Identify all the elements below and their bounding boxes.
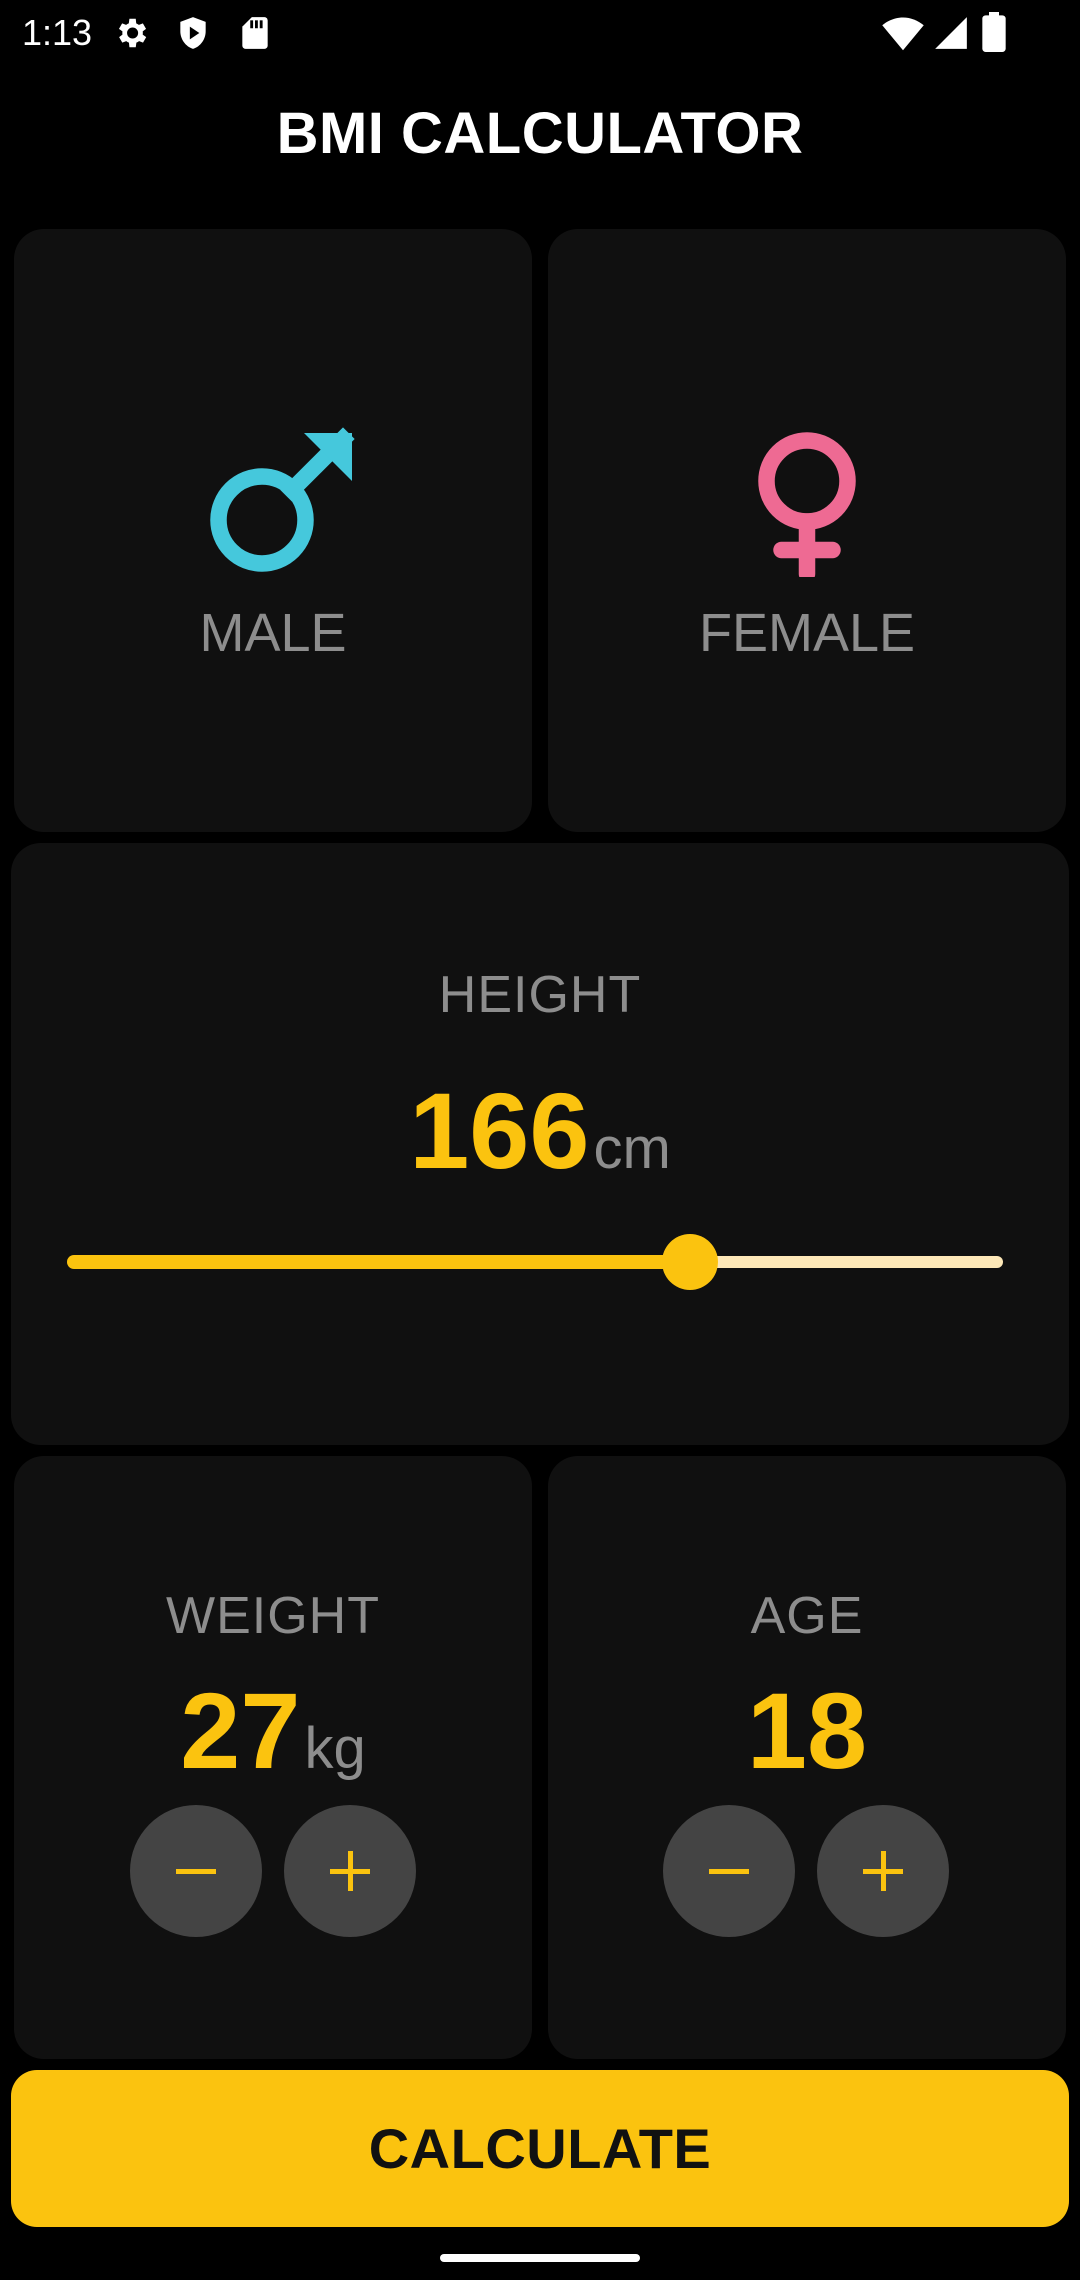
minus-icon xyxy=(709,1868,749,1874)
height-value-row: 166cm xyxy=(11,1068,1069,1193)
battery-icon xyxy=(982,12,1006,52)
weight-value: 27 xyxy=(180,1670,301,1791)
status-time: 1:13 xyxy=(22,12,93,53)
height-value: 166 xyxy=(409,1070,590,1191)
height-slider-thumb[interactable] xyxy=(662,1234,718,1290)
calculate-label: CALCULATE xyxy=(368,2117,712,2180)
male-card[interactable]: MALE xyxy=(14,229,532,832)
weight-value-row: 27kg xyxy=(14,1668,532,1793)
height-card: HEIGHT 166cm xyxy=(11,843,1069,1445)
weight-card: WEIGHT 27kg xyxy=(14,1456,532,2059)
shield-icon xyxy=(180,17,206,49)
minus-icon xyxy=(176,1868,216,1874)
height-slider-track-inactive[interactable] xyxy=(690,1256,1003,1268)
weight-decrement-button[interactable] xyxy=(130,1805,262,1937)
height-label: HEIGHT xyxy=(438,966,642,1024)
weight-unit: kg xyxy=(304,1716,366,1781)
sd-card-icon xyxy=(242,17,268,49)
weight-label: WEIGHT xyxy=(166,1587,380,1645)
age-label: AGE xyxy=(750,1587,864,1645)
male-icon xyxy=(210,427,355,572)
male-label: MALE xyxy=(199,603,347,663)
height-slider-track-active[interactable] xyxy=(67,1255,690,1269)
female-card[interactable]: FEMALE xyxy=(548,229,1066,832)
wifi-icon xyxy=(882,17,924,51)
weight-increment-button[interactable] xyxy=(284,1805,416,1937)
age-value: 18 xyxy=(746,1670,868,1791)
home-indicator[interactable] xyxy=(440,2254,640,2262)
signal-icon xyxy=(935,17,967,49)
age-increment-button[interactable] xyxy=(817,1805,949,1937)
age-card: AGE 18 xyxy=(548,1456,1066,2059)
status-bar: 1:13 xyxy=(0,0,1080,66)
gear-icon xyxy=(118,18,147,48)
page-title: BMI CALCULATOR xyxy=(276,101,804,166)
calculate-button[interactable]: CALCULATE xyxy=(11,2070,1069,2227)
age-decrement-button[interactable] xyxy=(663,1805,795,1937)
age-value-row: 18 xyxy=(548,1668,1066,1793)
plus-icon xyxy=(863,1851,903,1891)
plus-icon xyxy=(330,1851,370,1891)
female-label: FEMALE xyxy=(698,603,916,663)
female-icon xyxy=(758,432,856,577)
height-unit: cm xyxy=(593,1116,671,1181)
